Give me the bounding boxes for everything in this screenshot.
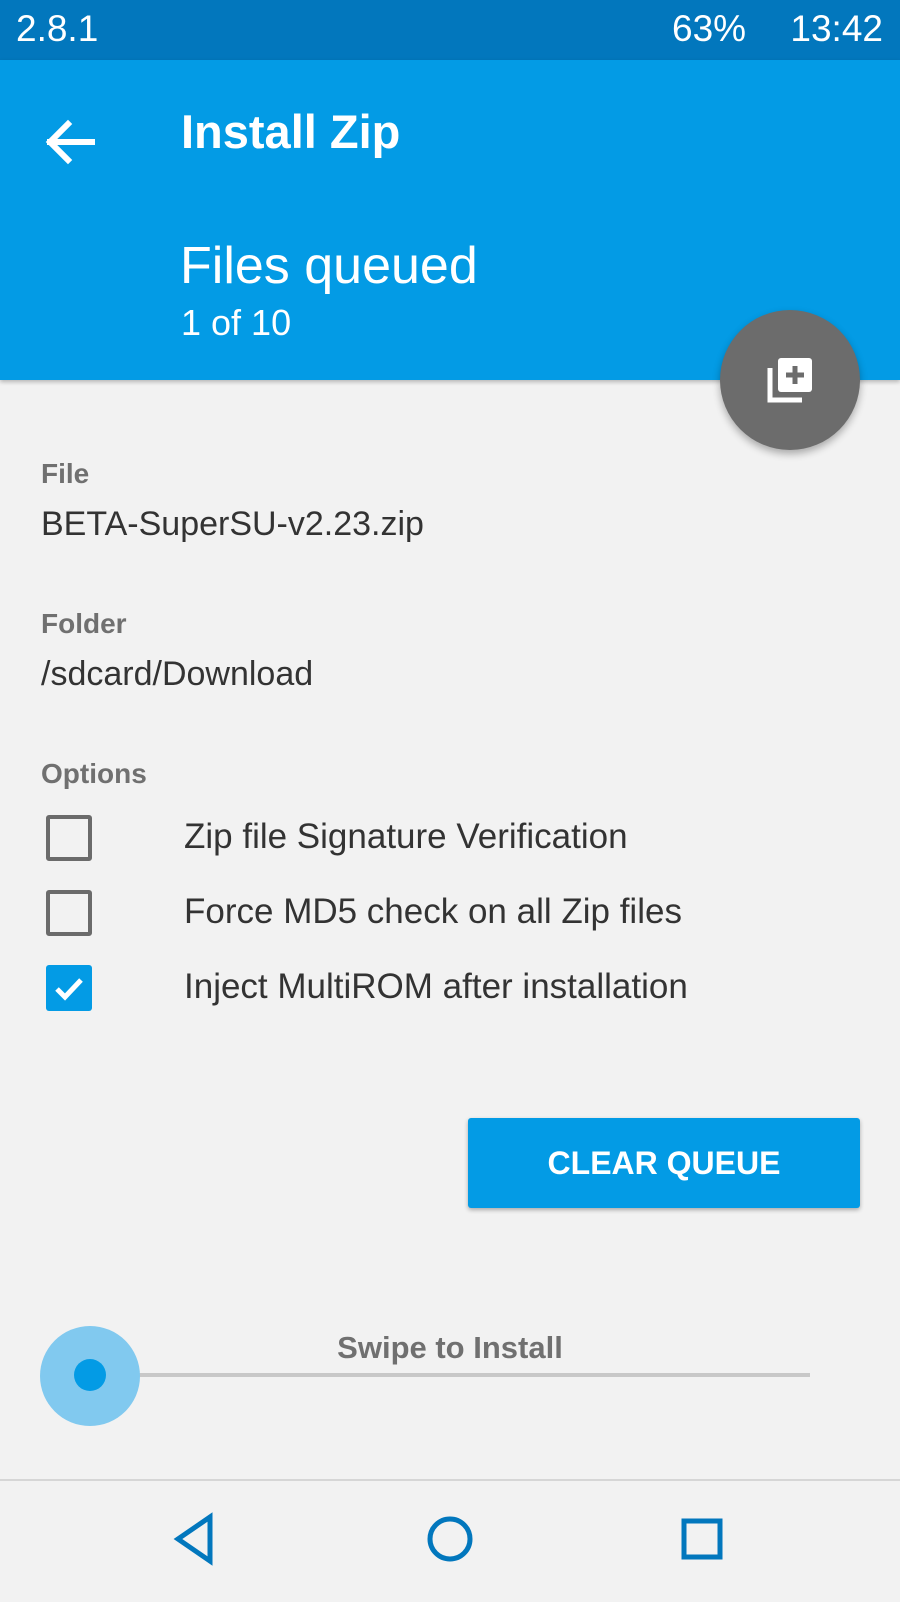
home-circle-icon [427,1516,473,1562]
queue-title: Files queued [180,237,478,295]
checkbox-checked[interactable] [46,965,92,1011]
folder-label: Folder [41,608,127,639]
clear-queue-button[interactable]: CLEAR QUEUE [468,1118,860,1208]
option-force-md5[interactable]: Force MD5 check on all Zip files [0,878,900,948]
arrow-left-icon [45,119,95,165]
file-label: File [41,458,90,489]
back-triangle-icon [173,1512,213,1566]
file-name: BETA-SuperSU-v2.23.zip [41,505,424,543]
version-text: 2.8.1 [16,8,99,49]
checkmark-icon [55,978,83,1001]
battery-level: 63% [672,8,747,49]
add-to-queue-button[interactable] [720,310,860,450]
back-button[interactable] [28,100,112,184]
nav-recents-button[interactable] [672,1509,732,1569]
checkbox[interactable] [46,815,92,861]
recents-square-icon [681,1518,723,1560]
options-label: Options [41,758,147,789]
option-label: Zip file Signature Verification [184,817,628,856]
option-signature-verification[interactable]: Zip file Signature Verification [0,803,900,873]
nav-back-button[interactable] [168,1509,228,1569]
option-label: Force MD5 check on all Zip files [184,892,682,931]
checkbox[interactable] [46,890,92,936]
page-title: Install Zip [181,105,401,158]
swipe-track[interactable] [96,1373,810,1377]
clock: 13:42 [790,8,883,49]
queue-count: 1 of 10 [181,302,292,343]
swipe-handle-dot[interactable] [74,1359,106,1391]
swipe-label: Swipe to Install [337,1330,563,1365]
nav-home-button[interactable] [420,1509,480,1569]
status-bar: 2.8.1 63% 13:42 [0,0,900,60]
option-inject-multirom[interactable]: Inject MultiROM after installation [0,953,900,1023]
navigation-bar [0,1479,900,1602]
folder-path: /sdcard/Download [41,655,314,693]
add-to-queue-icon [767,358,812,403]
option-label: Inject MultiROM after installation [184,967,688,1006]
